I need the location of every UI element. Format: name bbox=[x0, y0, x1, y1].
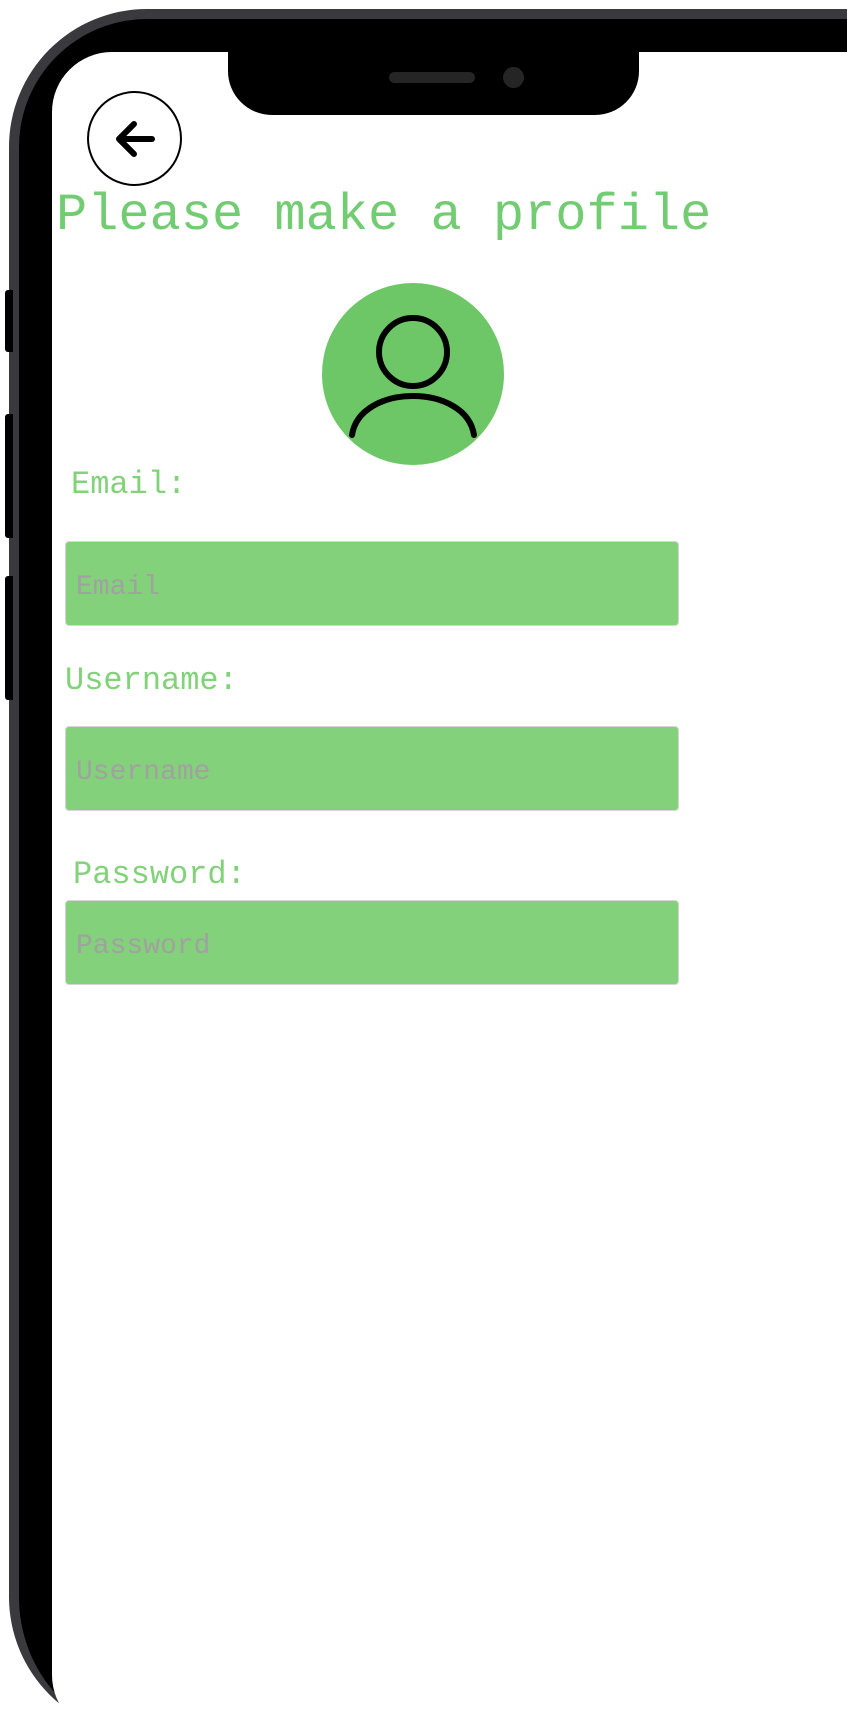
volume-up-button bbox=[5, 414, 13, 538]
user-icon bbox=[349, 315, 477, 438]
back-button[interactable] bbox=[87, 91, 182, 186]
speaker-grille bbox=[389, 72, 475, 83]
email-label: Email: bbox=[71, 466, 187, 503]
email-field[interactable] bbox=[65, 541, 679, 626]
password-label: Password: bbox=[73, 856, 246, 893]
username-field[interactable] bbox=[65, 726, 679, 811]
profile-avatar[interactable] bbox=[322, 283, 504, 465]
mute-switch bbox=[5, 290, 13, 352]
volume-down-button bbox=[5, 576, 13, 700]
page-title: Please make a profile bbox=[56, 186, 712, 245]
password-field[interactable] bbox=[65, 900, 679, 985]
username-label: Username: bbox=[65, 662, 238, 699]
arrow-left-icon bbox=[115, 120, 155, 157]
front-camera bbox=[503, 67, 524, 88]
notch bbox=[228, 52, 639, 115]
